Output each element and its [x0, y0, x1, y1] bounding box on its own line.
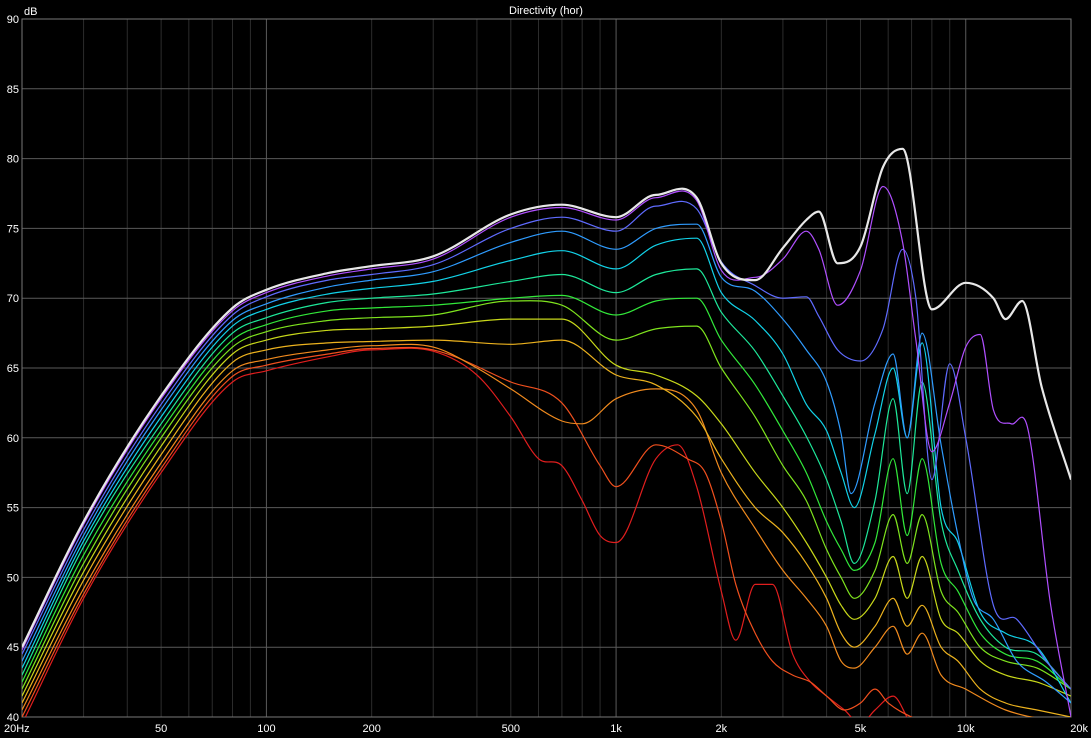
y-axis-unit-label: dB: [24, 6, 37, 18]
x-tick-label: 5k: [855, 723, 867, 735]
y-tick-label: 65: [7, 363, 19, 375]
x-tick-label: 100: [257, 723, 275, 735]
y-tick-label: 70: [7, 293, 19, 305]
y-tick-label: 55: [7, 503, 19, 515]
chart-title: Directivity (hor): [509, 5, 583, 17]
x-tick-label: 1k: [610, 723, 622, 735]
x-tick-label: 2k: [716, 723, 728, 735]
x-tick-label: 10k: [957, 723, 975, 735]
y-tick-label: 45: [7, 642, 19, 654]
y-tick-label: 80: [7, 154, 19, 166]
x-tick-label: 500: [502, 723, 520, 735]
x-tick-label: 200: [362, 723, 380, 735]
y-tick-label: 50: [7, 572, 19, 584]
y-tick-label: 85: [7, 84, 19, 96]
x-tick-label: 20Hz: [4, 723, 30, 735]
y-tick-label: 75: [7, 223, 19, 235]
directivity-chart: 4045505560657075808590 20Hz 50 100 200 500 1k…: [0, 0, 1091, 738]
x-tick-label: 20k: [1070, 723, 1088, 735]
y-tick-label: 60: [7, 433, 19, 445]
x-tick-label: 50: [155, 723, 167, 735]
y-tick-label: 90: [7, 14, 19, 26]
